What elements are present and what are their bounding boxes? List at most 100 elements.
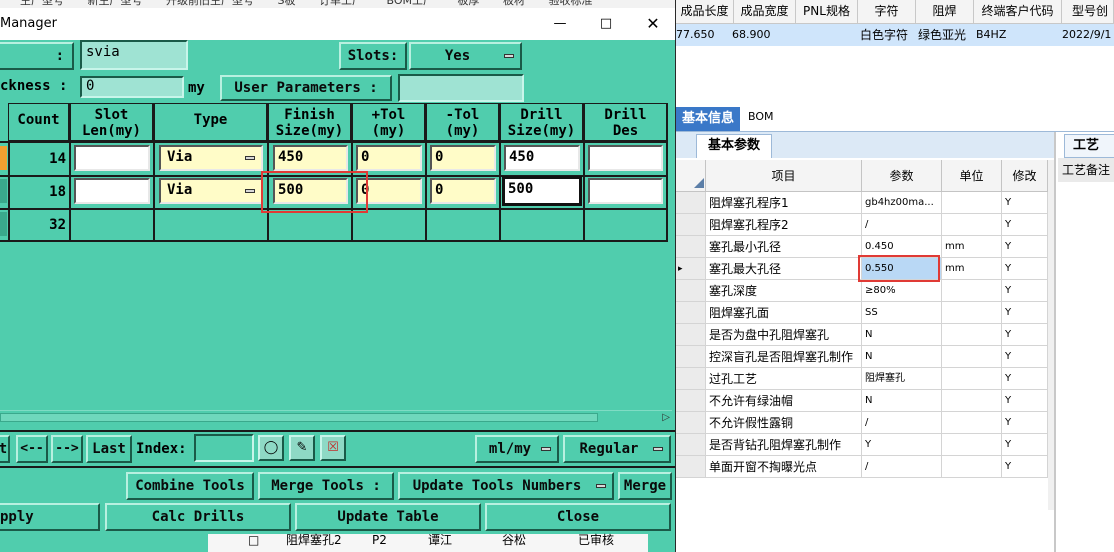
- scrollbar-thumb[interactable]: [0, 413, 598, 422]
- col-header-modify[interactable]: 修改: [1002, 160, 1048, 192]
- row-selector[interactable]: [0, 212, 7, 236]
- param-unit-cell: mm: [942, 236, 1002, 258]
- type-select[interactable]: Via: [159, 145, 263, 171]
- close-icon[interactable]: ✕: [630, 8, 675, 40]
- param-value-cell[interactable]: /: [862, 456, 942, 478]
- sort-corner[interactable]: [676, 160, 706, 192]
- param-value-cell[interactable]: /: [862, 214, 942, 236]
- row-header[interactable]: [676, 412, 706, 434]
- drill-des-input[interactable]: [588, 145, 663, 171]
- scroll-right-icon[interactable]: ▷: [662, 412, 670, 423]
- col-header[interactable]: 字符: [858, 0, 916, 24]
- row-header[interactable]: [676, 368, 706, 390]
- param-value-cell[interactable]: Y: [862, 434, 942, 456]
- row-header[interactable]: [676, 236, 706, 258]
- col-header[interactable]: 型号创: [1062, 0, 1114, 24]
- bg-cell: P2: [372, 533, 387, 547]
- slots-select[interactable]: Yes: [409, 42, 522, 70]
- strip-label: 新生产型号: [87, 0, 143, 7]
- maximize-icon[interactable]: □: [583, 8, 629, 40]
- row-header[interactable]: [676, 456, 706, 478]
- row-header[interactable]: [676, 302, 706, 324]
- row-header[interactable]: [676, 346, 706, 368]
- minus-tol-input[interactable]: 0: [430, 145, 496, 171]
- type-select[interactable]: Via: [159, 178, 263, 204]
- update-table-button[interactable]: Update Table: [295, 503, 481, 531]
- param-unit-cell: [942, 280, 1002, 302]
- user-parameters-button[interactable]: User Parameters :: [220, 75, 392, 101]
- merge-button[interactable]: Merge: [618, 472, 672, 500]
- param-value-cell[interactable]: 阻焊塞孔: [862, 368, 942, 390]
- next-button[interactable]: -->: [51, 435, 83, 463]
- drill-size-input[interactable]: 450: [504, 145, 580, 171]
- param-value-cell[interactable]: ≥80%: [862, 280, 942, 302]
- units-select[interactable]: ml/my: [475, 435, 559, 463]
- splitter[interactable]: [1054, 132, 1056, 552]
- col-header-param[interactable]: 参数: [862, 160, 942, 192]
- close-button[interactable]: Close: [485, 503, 671, 531]
- param-modify-cell: Y: [1002, 302, 1048, 324]
- param-value-cell[interactable]: N: [862, 324, 942, 346]
- tab-process[interactable]: 工艺: [1064, 134, 1114, 158]
- col-header-item[interactable]: 项目: [706, 160, 862, 192]
- slot-len-input[interactable]: [74, 145, 150, 171]
- edit-icon[interactable]: ✎: [289, 435, 315, 461]
- param-value-cell[interactable]: /: [862, 412, 942, 434]
- index-field[interactable]: [194, 434, 254, 462]
- apply-button-label: pply: [0, 509, 34, 525]
- param-value-cell[interactable]: N: [862, 390, 942, 412]
- tab-bom[interactable]: BOM: [748, 110, 774, 123]
- row-selector-active[interactable]: [0, 146, 7, 170]
- subtab-basic-params[interactable]: 基本参数: [696, 134, 772, 158]
- minimize-icon[interactable]: —: [537, 8, 583, 40]
- vertical-scrollbar[interactable]: [1048, 160, 1054, 510]
- row-header[interactable]: [676, 390, 706, 412]
- last-button[interactable]: Last: [86, 435, 132, 463]
- first-button[interactable]: t: [0, 435, 10, 463]
- apply-button[interactable]: pply: [0, 503, 100, 531]
- finish-size-input[interactable]: 450: [273, 145, 348, 171]
- param-value-cell[interactable]: gb4hz00ma...: [862, 192, 942, 214]
- divider: [0, 466, 675, 468]
- slot-len-input[interactable]: [74, 178, 150, 204]
- row-header[interactable]: [676, 324, 706, 346]
- col-header[interactable]: 成品宽度: [734, 0, 796, 24]
- col-header-unit[interactable]: 单位: [942, 160, 1002, 192]
- tab-basic-info[interactable]: 基本信息: [676, 107, 740, 131]
- prev-button[interactable]: <--: [16, 435, 48, 463]
- param-value-cell[interactable]: N: [862, 346, 942, 368]
- col-header[interactable]: PNL规格: [796, 0, 858, 24]
- row-header[interactable]: [676, 192, 706, 214]
- horizontal-scrollbar[interactable]: ▷: [0, 410, 672, 424]
- col-divider: [425, 141, 427, 241]
- minus-tol-input[interactable]: 0: [430, 178, 496, 204]
- param-modify-cell: Y: [1002, 258, 1048, 280]
- update-tools-numbers-value: Update Tools Numbers: [412, 478, 582, 494]
- col-header[interactable]: 阻焊: [916, 0, 974, 24]
- param-value-cell[interactable]: SS: [862, 302, 942, 324]
- delete-icon[interactable]: ☒: [320, 435, 346, 461]
- bulb-icon[interactable]: ◯: [258, 435, 284, 461]
- merge-tools-text: Merge Tools :: [271, 478, 381, 494]
- drill-size-input-focused[interactable]: 500: [502, 176, 582, 206]
- col-header[interactable]: 终端客户代码: [974, 0, 1062, 24]
- dropdown-arrow-icon: [653, 447, 663, 451]
- plus-tol-input[interactable]: 0: [356, 145, 422, 171]
- row-selector[interactable]: [0, 179, 7, 203]
- row-header[interactable]: [676, 214, 706, 236]
- param-unit-cell: mm: [942, 258, 1002, 280]
- row-header[interactable]: [676, 434, 706, 456]
- job-label-button[interactable]: :: [0, 42, 74, 70]
- calc-drills-button[interactable]: Calc Drills: [105, 503, 291, 531]
- update-tools-numbers-select[interactable]: Update Tools Numbers: [398, 472, 614, 500]
- user-parameters-field[interactable]: [398, 74, 524, 102]
- cell-value: 450: [278, 149, 304, 165]
- drill-des-input[interactable]: [588, 178, 663, 204]
- mode-select[interactable]: Regular: [563, 435, 671, 463]
- col-header[interactable]: 成品长度: [676, 0, 734, 24]
- combine-tools-button[interactable]: Combine Tools: [126, 472, 254, 500]
- row-header[interactable]: ▸: [676, 258, 706, 280]
- job-name-field[interactable]: svia: [80, 40, 188, 70]
- row-header[interactable]: [676, 280, 706, 302]
- thickness-field[interactable]: 0: [80, 76, 184, 98]
